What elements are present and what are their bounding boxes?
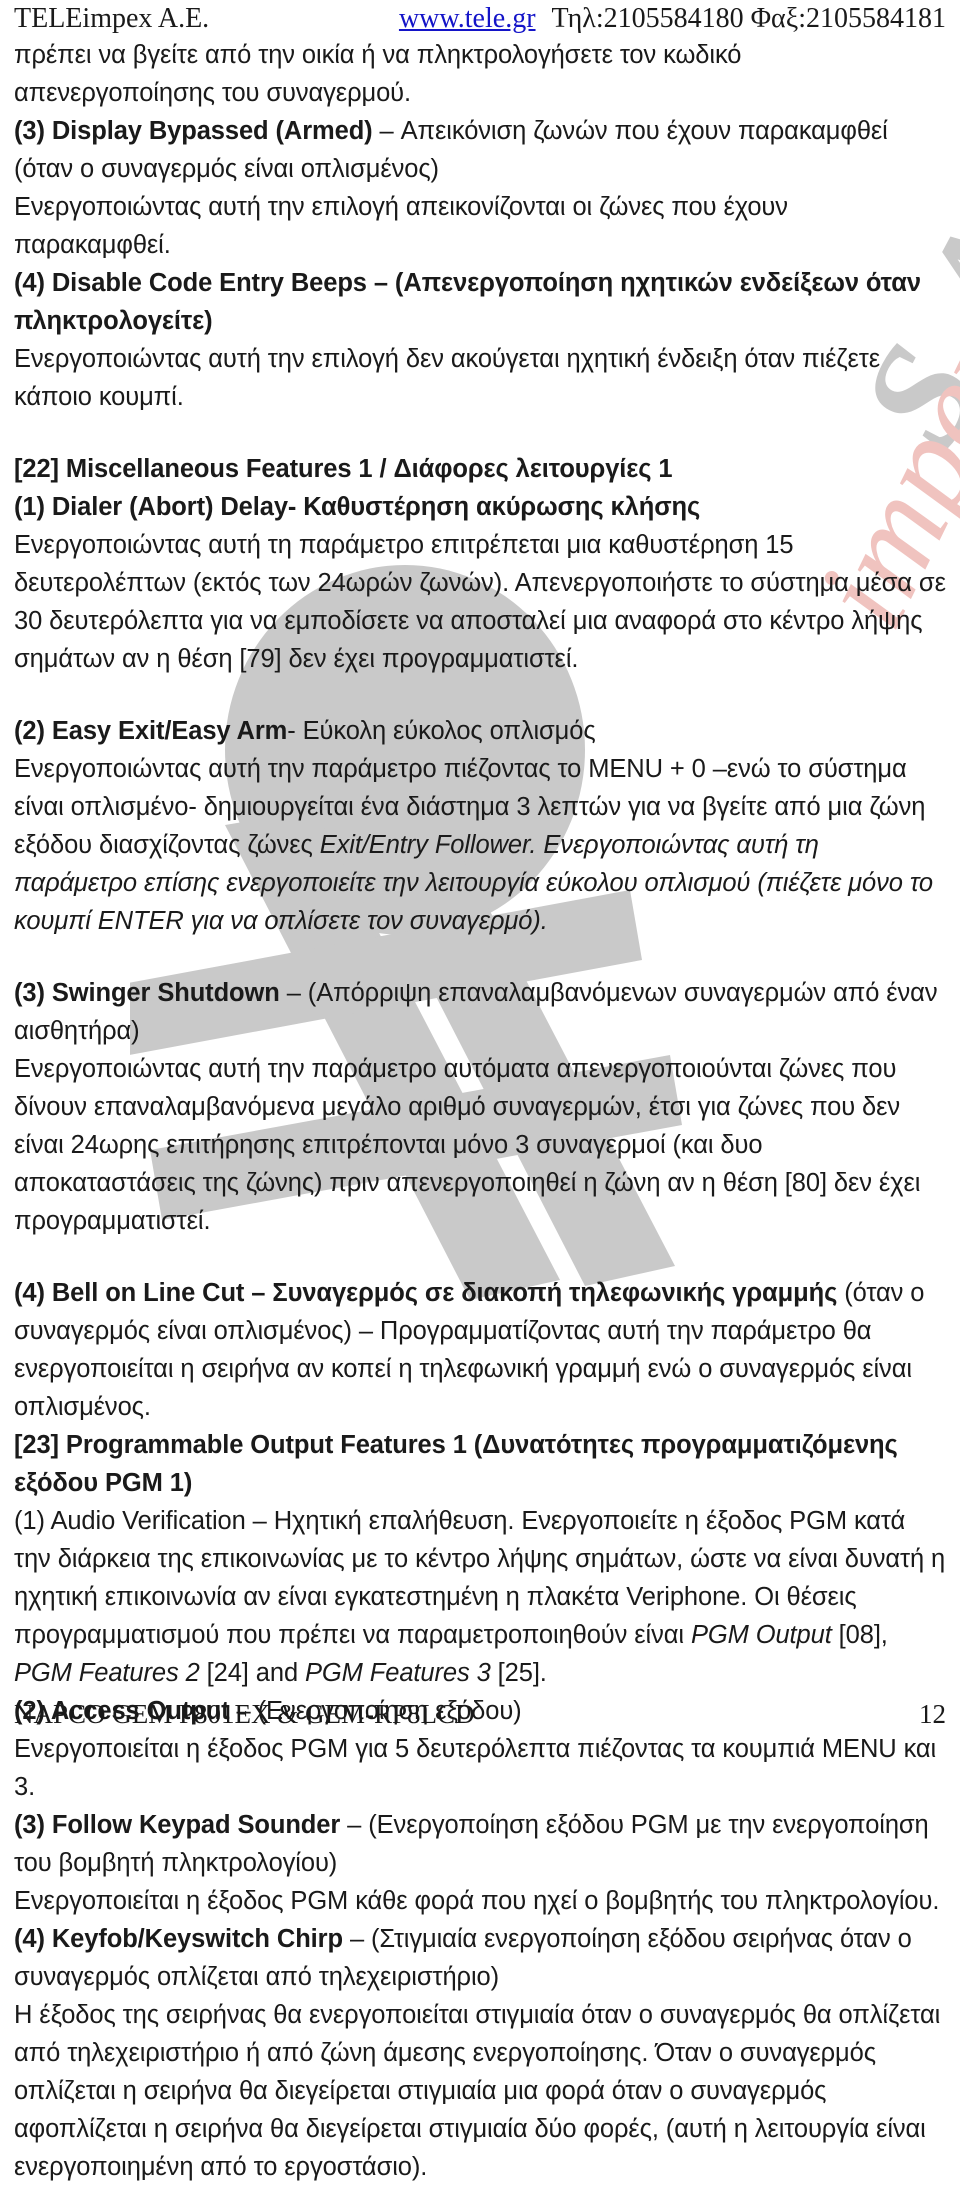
contact-info: Τηλ:2105584180 Φαξ:2105584181 [551, 3, 946, 34]
section-23-item-3-text: Ενεργοποιείται η έξοδος PGM κάθε φορά πο… [14, 1887, 940, 1915]
section-22-item-2-heading: (2) Easy Exit/Easy Arm- Εύκολη εύκολος ο… [14, 712, 946, 750]
item-disable-code-beeps-text: Ενεργοποιώντας αυτή την επιλογή δεν ακού… [14, 345, 881, 411]
page-footer: NAPCO GEM P801EX & GEM-RP8LCD 12 [14, 1699, 946, 1730]
pgm-output-ref-after: [08], [831, 1621, 888, 1649]
page-header: TELEimpex A.E. www.tele.gr Τηλ:210558418… [14, 0, 946, 36]
easy-exit-heading-rest: - Εύκολη εύκολος οπλισμός [287, 717, 596, 745]
section-23-title: [23] Programmable Output Features 1 (Δυν… [14, 1431, 898, 1497]
section-22-item-1-text: Ενεργοποιώντας αυτή τη παράμετρο επιτρέπ… [14, 531, 946, 673]
section-22-item-2-text: Ενεργοποιώντας αυτή την παράμετρο πιέζον… [14, 750, 946, 940]
continued-paragraph: πρέπει να βγείτε από την οικία ή να πληκ… [14, 41, 742, 107]
pgm-features-3-ref-after: [25]. [490, 1659, 547, 1687]
section-gap-4 [14, 1240, 946, 1274]
section-gap-1 [14, 416, 946, 450]
footer-page-number: 12 [919, 1699, 946, 1729]
keyfob-chirp-heading-bold: (4) Keyfob/Keyswitch Chirp [14, 1925, 343, 1953]
item-disable-code-beeps-heading: (4) Disable Code Entry Beeps – (Απενεργο… [14, 269, 921, 335]
section-22-item-3-text: Ενεργοποιώντας αυτή την παράμετρο αυτόμα… [14, 1055, 921, 1235]
pgm-features-2-ref-after: [24] and [199, 1659, 306, 1687]
section-gap-2 [14, 678, 946, 712]
section-23-item-4-text: Η έξοδος της σειρήνας θα ενεργοποιείται … [14, 2001, 941, 2181]
pgm-output-ref: PGM Output [690, 1621, 832, 1649]
section-gap-3 [14, 940, 946, 974]
bell-line-cut-heading-bold: (4) Bell on Line Cut – Συναγερμός σε δια… [14, 1279, 838, 1307]
section-23-item-3-heading: (3) Follow Keypad Sounder – (Ενεργοποίησ… [14, 1806, 946, 1882]
website-link[interactable]: www.tele.gr [399, 2, 536, 36]
pgm-features-3-ref: PGM Features 3 [305, 1659, 491, 1687]
section-22-title: [22] Miscellaneous Features 1 / Διάφορες… [14, 455, 673, 483]
item-display-bypassed-text: Ενεργοποιώντας αυτή την επιλογή απεικονί… [14, 193, 788, 259]
company-name: TELEimpex A.E. [14, 3, 210, 34]
easy-exit-heading-bold: (2) Easy Exit/Easy Arm [14, 717, 288, 745]
footer-model: NAPCO GEM P801EX & GEM-RP8LCD [14, 1699, 475, 1729]
document-page: TELEimpex A.E. www.tele.gr Τηλ:210558418… [0, 0, 960, 2186]
section-23-item-2-text: Ενεργοποιείται η έξοδος PGM για 5 δευτερ… [14, 1735, 937, 1801]
section-23-item-1: (1) Audio Verification – Ηχητική επαλήθε… [14, 1502, 946, 1692]
swinger-heading-bold: (3) Swinger Shutdown [14, 979, 280, 1007]
section-23-item-4-heading: (4) Keyfob/Keyswitch Chirp – (Στιγμιαία … [14, 1920, 946, 1996]
follow-keypad-heading-bold: (3) Follow Keypad Sounder [14, 1811, 341, 1839]
section-22-item-1-heading: (1) Dialer (Abort) Delay- Καθυστέρηση ακ… [14, 493, 701, 521]
item-display-bypassed: (3) Display Bypassed (Armed) – Απεικόνισ… [14, 112, 946, 188]
display-bypassed-heading: (3) Display Bypassed (Armed) [14, 117, 373, 145]
section-22-item-3-heading: (3) Swinger Shutdown – (Απόρριψη επαναλα… [14, 974, 946, 1050]
section-22-item-4-heading: (4) Bell on Line Cut – Συναγερμός σε δια… [14, 1274, 946, 1426]
pgm-features-2-ref: PGM Features 2 [14, 1659, 200, 1687]
